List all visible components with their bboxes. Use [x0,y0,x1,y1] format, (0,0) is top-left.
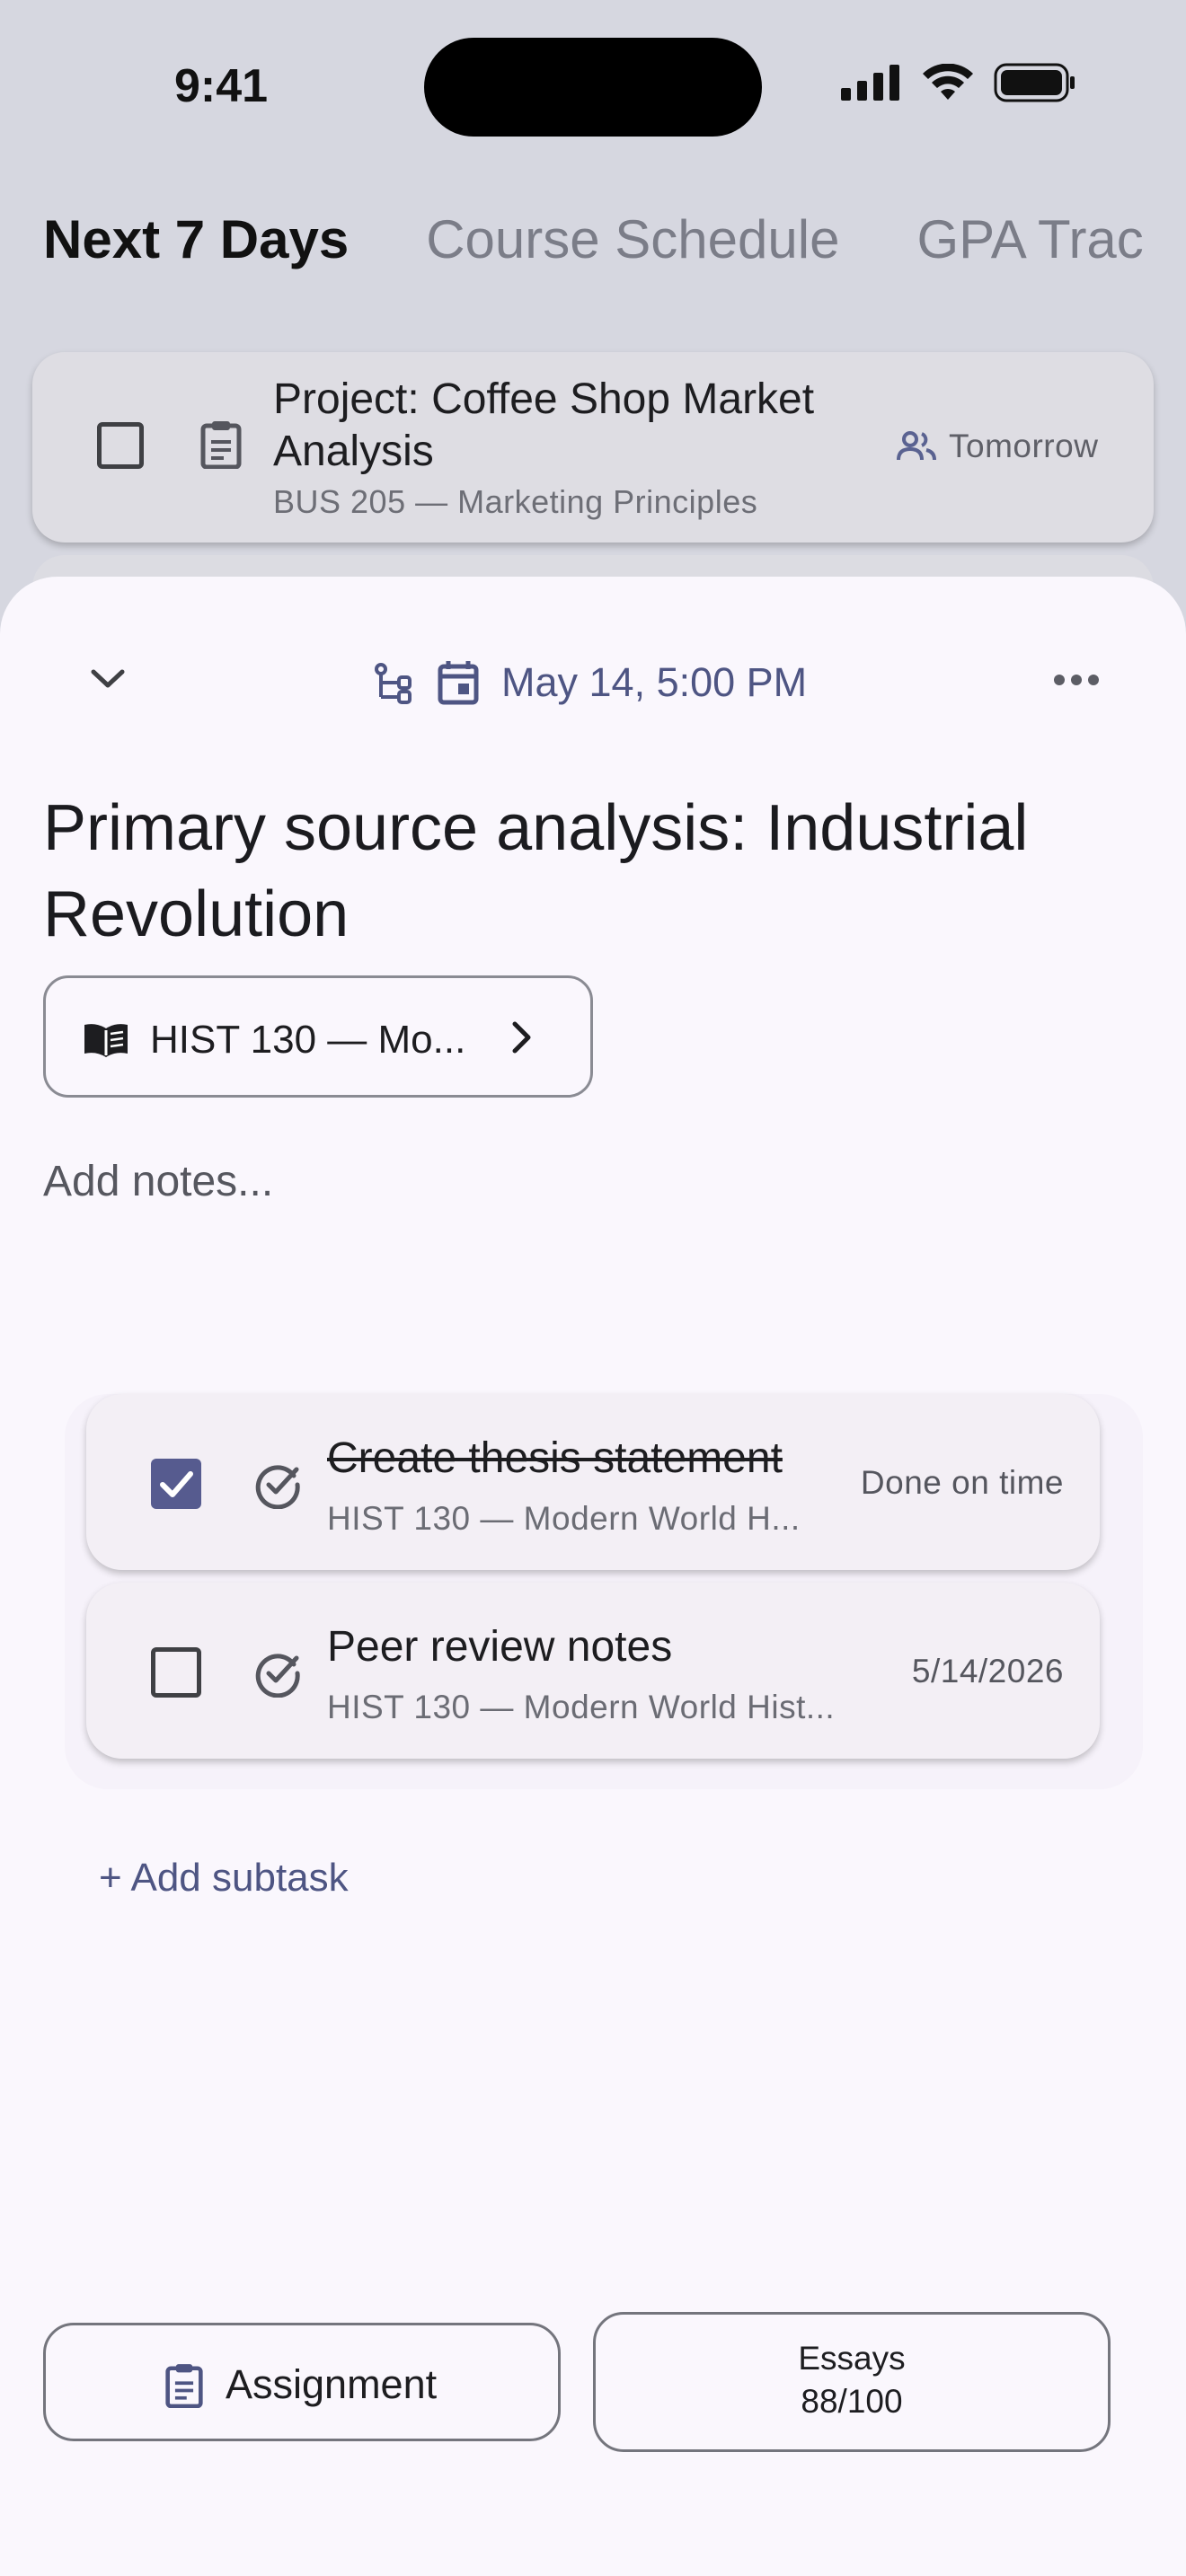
task-due: Tomorrow [949,428,1099,464]
subtask-course: HIST 130 — Modern World Hist... [327,1689,836,1725]
subtask-title: Peer review notes [327,1623,673,1671]
course-chip-label: HIST 130 — Mo... [150,1018,466,1062]
chevron-down-icon[interactable] [88,666,128,692]
check-circle-icon [255,1654,300,1698]
calendar-icon [438,661,479,705]
tab-next-7-days[interactable]: Next 7 Days [43,208,349,270]
status-icons [841,63,1076,102]
chevron-right-icon [512,1021,531,1054]
tab-course-schedule[interactable]: Course Schedule [426,208,839,270]
subtask-course: HIST 130 — Modern World H... [327,1500,801,1537]
subtask-due: 5/14/2026 [911,1653,1064,1689]
status-time: 9:41 [174,60,269,112]
subtask-list: Create thesis statement HIST 130 — Moder… [65,1394,1143,1789]
grade-category: Essays [798,2340,906,2377]
subtask-item[interactable]: Create thesis statement HIST 130 — Moder… [86,1394,1100,1570]
task-checkbox[interactable] [97,422,144,469]
battery-icon [994,63,1075,102]
course-chip[interactable]: HIST 130 — Mo... [43,975,593,1098]
grade-button[interactable]: Essays 88/100 [593,2312,1111,2452]
task-detail-title[interactable]: Primary source analysis: Industrial Revo… [43,785,1148,957]
group-icon [897,431,936,461]
tab-gpa-tracker[interactable]: GPA Trac [917,208,1144,270]
checkmark-icon [160,1471,193,1497]
background-task-card[interactable]: Project: Coffee Shop Market Analysis BUS… [32,352,1154,543]
subtask-status: Done on time [860,1464,1064,1501]
due-date-button[interactable]: May 14, 5:00 PM [501,659,807,706]
notes-field[interactable]: Add notes... [43,1157,273,1206]
wifi-icon [923,64,973,100]
screen: 9:41 Next 7 Days Course Schedule GPA Tra… [0,0,1186,2576]
task-title: Project: Coffee Shop Market Analysis [273,375,815,475]
subtask-checkbox-checked[interactable] [151,1459,201,1509]
top-tabs: Next 7 Days Course Schedule GPA Trac [43,208,1144,270]
more-options-icon[interactable] [1053,674,1100,686]
dynamic-island [424,38,762,137]
task-course: BUS 205 — Marketing Principles [273,483,758,520]
subtask-checkbox[interactable] [151,1647,201,1698]
clipboard-icon [165,2364,203,2408]
assignment-type-button[interactable]: Assignment [43,2323,561,2441]
add-subtask-button[interactable]: + Add subtask [99,1856,349,1901]
book-icon [84,1024,128,1057]
assignment-type-label: Assignment [226,2361,438,2407]
subtask-item[interactable]: Peer review notes HIST 130 — Modern Worl… [86,1583,1100,1759]
clipboard-icon [200,421,242,469]
subtask-title: Create thesis statement [327,1434,783,1482]
check-circle-icon [255,1465,300,1509]
grade-score: 88/100 [801,2383,903,2420]
task-detail-sheet: May 14, 5:00 PM Primary source analysis:… [0,577,1186,2576]
cellular-signal-icon [841,65,899,101]
subtask-branch-icon [375,663,412,704]
